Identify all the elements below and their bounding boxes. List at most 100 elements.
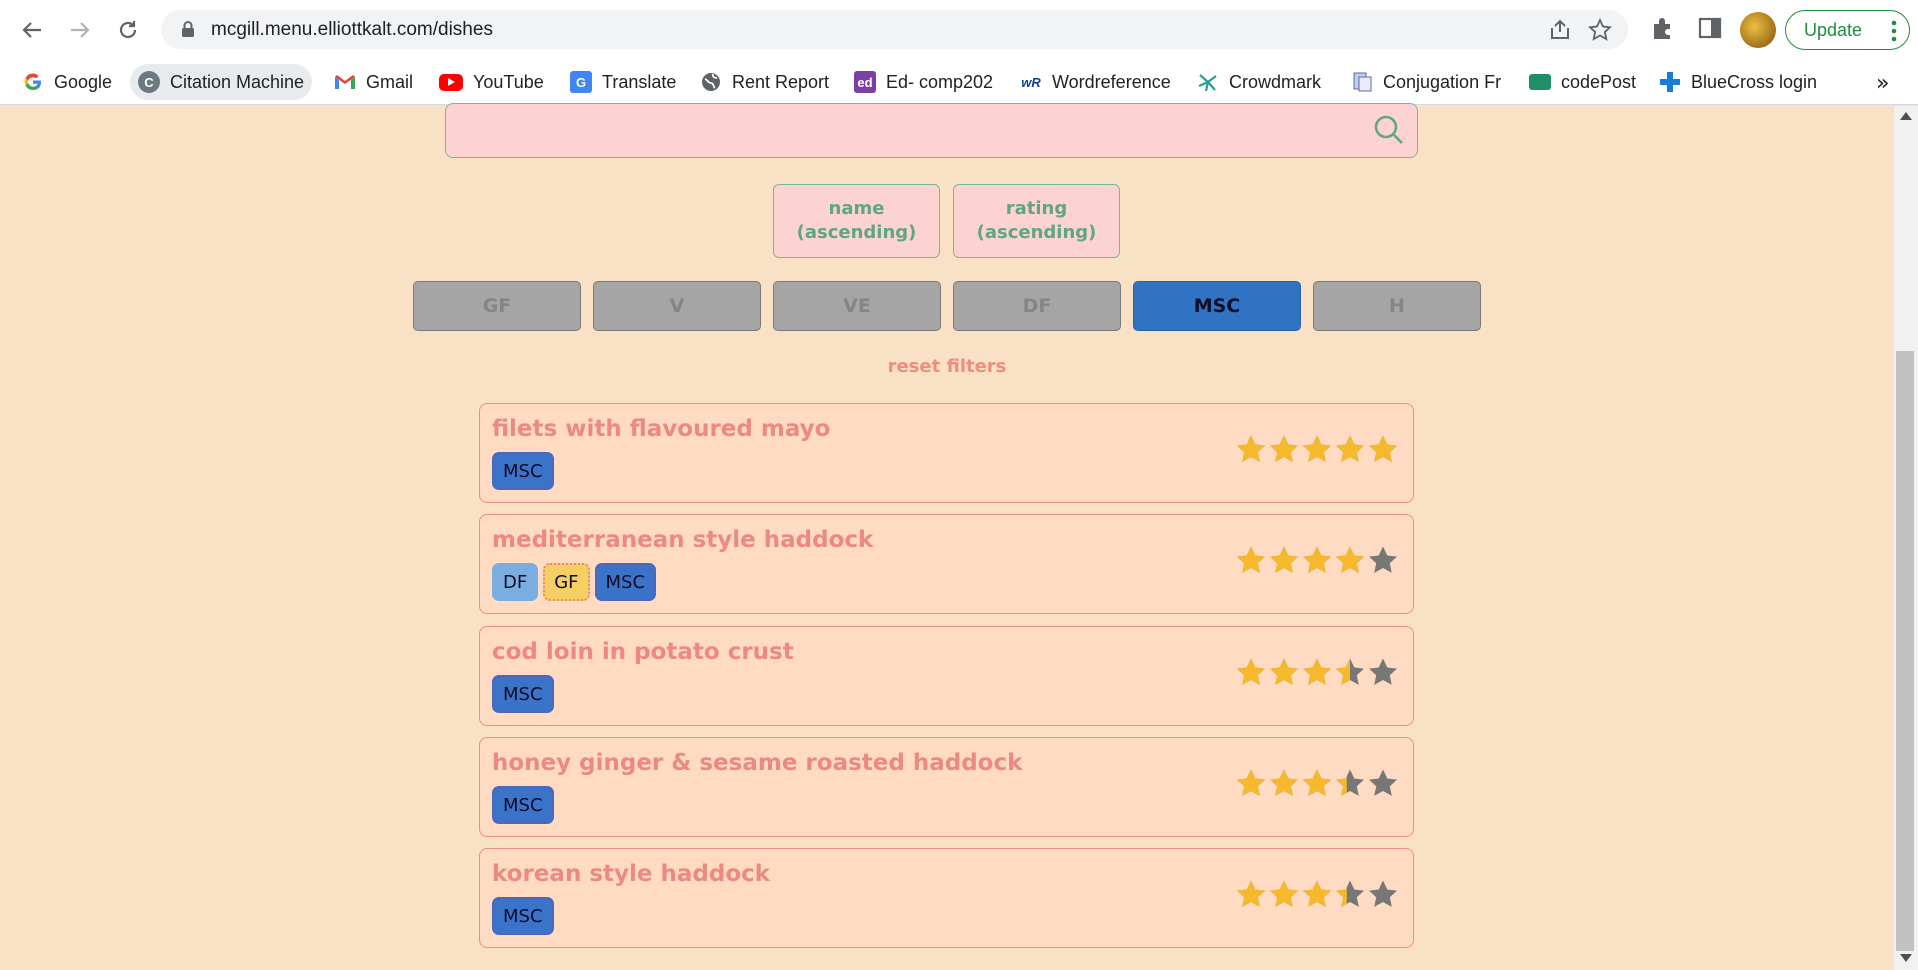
bookmark-label: Rent Report [732, 71, 830, 92]
lock-icon [182, 21, 194, 37]
gmail-icon [334, 71, 356, 93]
sort-name-label: name [828, 198, 885, 219]
filter-gf-button[interactable]: GF [413, 281, 581, 331]
filter-df-button[interactable]: DF [953, 281, 1121, 331]
ed-icon: ed [854, 71, 876, 93]
tag-msc: MSC [594, 563, 657, 601]
bookmark-translate[interactable]: G Translate [562, 64, 684, 100]
star-filled-icon [1303, 880, 1331, 907]
bookmark-bluecross-login[interactable]: BlueCross login [1651, 64, 1825, 100]
bookmark-codepost[interactable]: codePost [1521, 64, 1644, 100]
dish-card[interactable]: cod loin in potato crust MSC [479, 626, 1414, 726]
sort-rating-button[interactable]: rating (ascending) [953, 184, 1120, 258]
star-filled-icon [1237, 546, 1265, 573]
rating-stars [1235, 768, 1399, 800]
bookmark-rent-report[interactable]: Rent Report [692, 64, 837, 100]
share-icon[interactable] [1548, 18, 1572, 42]
dish-tags: MSC [492, 452, 554, 490]
dish-card[interactable]: honey ginger & sesame roasted haddock MS… [479, 737, 1414, 837]
scroll-down-arrow-icon[interactable] [1900, 954, 1912, 962]
reset-filters-label: reset filters [887, 356, 1007, 377]
dish-tags: MSC [492, 675, 554, 713]
bookmark-label: Citation Machine [170, 71, 305, 92]
filter-msc-button[interactable]: MSC [1133, 281, 1301, 331]
star-partial-icon [1336, 880, 1364, 907]
bookmark-conjugation-fr[interactable]: Conjugation Fr [1343, 64, 1509, 100]
search-icon[interactable] [1373, 114, 1405, 146]
bookmark-label: codePost [1561, 71, 1637, 92]
bookmark-crowdmark[interactable]: Crowdmark [1189, 64, 1329, 100]
browser-toolbar: mcgill.menu.elliottkalt.com/dishes Updat… [0, 0, 1918, 59]
bookmark-star-icon[interactable] [1588, 18, 1612, 42]
translate-icon: G [570, 71, 592, 93]
star-empty-icon [1369, 880, 1397, 907]
forward-arrow-icon [71, 22, 90, 38]
rating-stars [1235, 434, 1399, 466]
star-filled-icon [1336, 435, 1364, 462]
reload-icon [119, 21, 137, 39]
bookmark-label: YouTube [473, 71, 544, 92]
update-label: Update [1804, 19, 1863, 40]
bookmarks-overflow-icon[interactable]: » [1876, 71, 1889, 96]
page-scrollbar[interactable] [1894, 106, 1918, 970]
star-filled-icon [1270, 546, 1298, 573]
bookmark-gmail[interactable]: Gmail [326, 64, 421, 100]
reload-button[interactable] [108, 10, 148, 50]
bookmark-label: Crowdmark [1229, 71, 1322, 92]
star-empty-icon [1369, 546, 1397, 573]
forward-button[interactable] [60, 10, 100, 50]
dish-tags: DF GF MSC [492, 563, 657, 601]
dish-tags: MSC [492, 897, 554, 935]
star-filled-icon [1237, 769, 1265, 796]
star-filled-icon [1270, 769, 1298, 796]
scrollbar-thumb[interactable] [1896, 351, 1914, 951]
star-filled-icon [1237, 658, 1265, 685]
filter-v-button[interactable]: V [593, 281, 761, 331]
codepost-icon [1529, 74, 1551, 90]
address-bar[interactable]: mcgill.menu.elliottkalt.com/dishes [161, 10, 1628, 49]
bookmark-label: Gmail [366, 71, 414, 92]
bookmark-label: Translate [602, 71, 677, 92]
bookmark-ed-comp202[interactable]: ed Ed- comp202 [846, 64, 1001, 100]
filter-h-button[interactable]: H [1313, 281, 1481, 331]
dish-card[interactable]: korean style haddock MSC [479, 848, 1414, 948]
globe-icon [700, 71, 722, 93]
star-filled-icon [1369, 435, 1397, 462]
update-button[interactable]: Update [1785, 10, 1910, 50]
reset-filters-link[interactable]: reset filters [0, 356, 1894, 377]
bookmarks-bar: Google C Citation Machine Gmail YouTube … [0, 59, 1918, 105]
bookmark-wordreference[interactable]: wR Wordreference [1012, 64, 1179, 100]
profile-avatar[interactable] [1740, 12, 1776, 48]
back-button[interactable] [12, 10, 52, 50]
dish-card[interactable]: filets with flavoured mayo MSC [479, 403, 1414, 503]
sort-name-button[interactable]: name (ascending) [773, 184, 940, 258]
bookmark-label: Google [54, 71, 113, 92]
extensions-puzzle-icon[interactable] [1650, 15, 1676, 41]
star-filled-icon [1270, 658, 1298, 685]
tag-msc: MSC [492, 897, 554, 935]
tag-msc: MSC [492, 675, 554, 713]
bookmark-citation-machine[interactable]: C Citation Machine [130, 64, 313, 100]
bookmark-label: Ed- comp202 [886, 71, 994, 92]
bookmark-google[interactable]: Google [14, 64, 120, 100]
conjugation-icon [1351, 71, 1373, 93]
search-input[interactable] [445, 103, 1418, 158]
rating-stars [1235, 545, 1399, 577]
citation-machine-icon: C [138, 71, 160, 93]
dish-name: cod loin in potato crust [492, 639, 794, 665]
wordreference-icon: wR [1021, 74, 1041, 90]
star-empty-icon [1369, 769, 1397, 796]
filter-ve-button[interactable]: VE [773, 281, 941, 331]
dish-card[interactable]: mediterranean style haddock DF GF MSC [479, 514, 1414, 614]
sort-rating-label: rating [1005, 198, 1068, 219]
rating-stars [1235, 879, 1399, 911]
crowdmark-icon [1197, 71, 1219, 93]
star-filled-icon [1303, 435, 1331, 462]
google-icon [22, 71, 44, 93]
star-filled-icon [1303, 658, 1331, 685]
scroll-up-arrow-icon[interactable] [1900, 112, 1912, 120]
bookmark-youtube[interactable]: YouTube [431, 64, 552, 100]
side-panel-icon[interactable] [1697, 15, 1723, 41]
sort-rating-direction: (ascending) [976, 222, 1097, 243]
star-filled-icon [1270, 435, 1298, 462]
